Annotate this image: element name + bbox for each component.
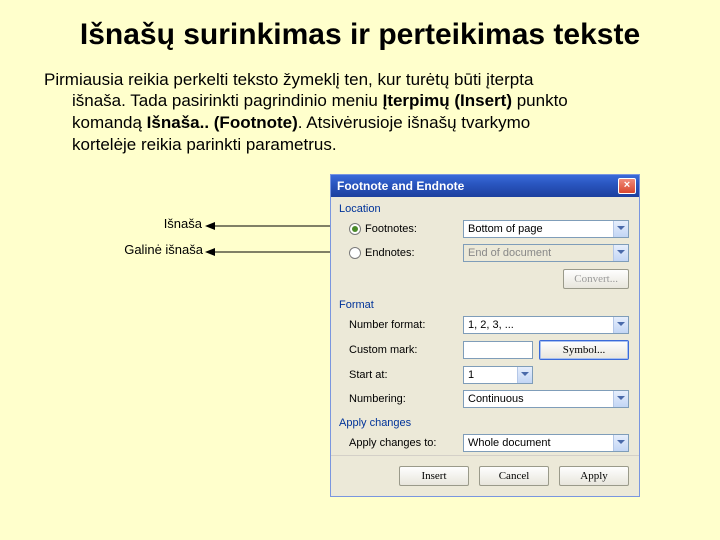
apply-to-label: Apply changes to:: [349, 437, 457, 449]
dialog-titlebar[interactable]: Footnote and Endnote ×: [331, 175, 639, 197]
start-at-spinner[interactable]: 1: [463, 366, 533, 384]
symbol-button[interactable]: Symbol...: [539, 340, 629, 360]
custom-mark-input[interactable]: [463, 341, 533, 359]
para-line4: kortelėje reikia parinkti parametrus.: [72, 135, 337, 154]
convert-button[interactable]: Convert...: [563, 269, 629, 289]
spinner-icon[interactable]: [517, 367, 532, 383]
radio-footnotes[interactable]: [349, 223, 361, 235]
number-format-dropdown[interactable]: 1, 2, 3, ...: [463, 316, 629, 334]
annotation-footnote: Išnaša: [142, 216, 202, 231]
footnote-dialog: Footnote and Endnote × Location Footnote…: [330, 174, 640, 497]
chevron-down-icon[interactable]: [613, 317, 628, 333]
arrow-footnote: [205, 222, 335, 230]
section-apply: Apply changes: [331, 411, 639, 431]
start-at-value: 1: [468, 369, 474, 381]
endnotes-label: Endnotes:: [365, 247, 415, 259]
numbering-label: Numbering:: [349, 393, 457, 405]
para-line3c: . Atsivėrusioje išnašų tvarkymo: [298, 113, 530, 132]
footnotes-dropdown[interactable]: Bottom of page: [463, 220, 629, 238]
arrow-endnote: [205, 248, 335, 256]
number-format-label: Number format:: [349, 319, 457, 331]
endnotes-dropdown: End of document: [463, 244, 629, 262]
apply-to-dropdown[interactable]: Whole document: [463, 434, 629, 452]
para-line1: Pirmiausia reikia perkelti teksto žymekl…: [44, 70, 533, 89]
insert-button[interactable]: Insert: [399, 466, 469, 486]
apply-to-value: Whole document: [468, 437, 551, 449]
section-location: Location: [331, 197, 639, 217]
footnotes-value: Bottom of page: [468, 223, 543, 235]
paragraph: Pirmiausia reikia perkelti teksto žymekl…: [0, 59, 720, 156]
chevron-down-icon[interactable]: [613, 435, 628, 451]
para-line2c: punkto: [512, 91, 568, 110]
apply-button[interactable]: Apply: [559, 466, 629, 486]
footnotes-label: Footnotes:: [365, 223, 417, 235]
radio-endnotes[interactable]: [349, 247, 361, 259]
cancel-button[interactable]: Cancel: [479, 466, 549, 486]
custom-mark-label: Custom mark:: [349, 344, 457, 356]
bold-footnote: Išnaša.. (Footnote): [147, 113, 298, 132]
numbering-value: Continuous: [468, 393, 524, 405]
chevron-down-icon[interactable]: [613, 221, 628, 237]
para-line2a: išnaša. Tada pasirinkti pagrindinio meni…: [72, 91, 383, 110]
chevron-down-icon: [613, 245, 628, 261]
start-at-label: Start at:: [349, 369, 457, 381]
para-line3a: komandą: [72, 113, 147, 132]
number-format-value: 1, 2, 3, ...: [468, 319, 514, 331]
numbering-dropdown[interactable]: Continuous: [463, 390, 629, 408]
bold-insert: Įterpimų (Insert): [383, 91, 512, 110]
chevron-down-icon[interactable]: [613, 391, 628, 407]
endnotes-value: End of document: [468, 247, 551, 259]
dialog-title: Footnote and Endnote: [337, 179, 464, 193]
close-icon[interactable]: ×: [618, 178, 636, 194]
annotation-endnote: Galinė išnaša: [109, 242, 203, 257]
page-title: Išnašų surinkimas ir perteikimas tekste: [0, 0, 720, 59]
section-format: Format: [331, 293, 639, 313]
